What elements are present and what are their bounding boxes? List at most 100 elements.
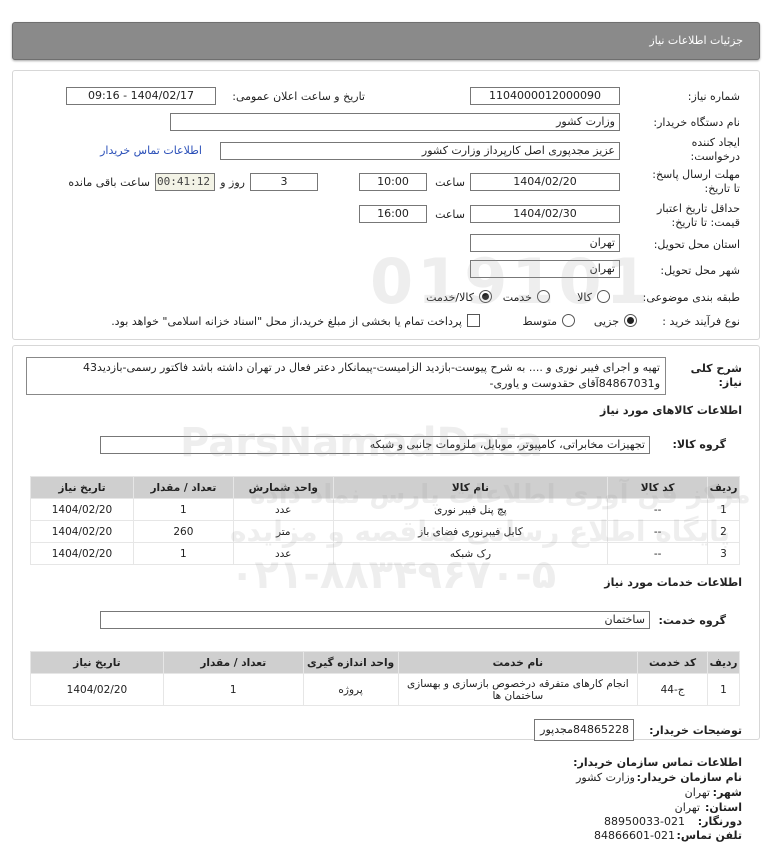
- treasury-payment-checkbox[interactable]: [467, 314, 480, 327]
- buyer-contact-link[interactable]: اطلاعات تماس خریدار: [100, 144, 202, 157]
- services-table-header: ردیف کد خدمت نام خدمت واحد اندازه گیری ت…: [30, 651, 740, 674]
- cell-name: انجام کارهای متفرقه درخصوص بازسازی و بهس…: [397, 673, 639, 706]
- category-both-radio[interactable]: [479, 290, 492, 303]
- cell-code: --: [607, 520, 709, 543]
- description-label-1: شرح کلی: [690, 362, 742, 375]
- goods-group-field: تجهیزات مخابراتی، کامپیوتر، موبایل، ملزو…: [100, 436, 650, 454]
- days-label: روز و: [220, 176, 245, 189]
- process-partial-radio[interactable]: [624, 314, 637, 327]
- category-service-radio[interactable]: [537, 290, 550, 303]
- contact-city-value: تهران: [684, 786, 710, 799]
- page-title: جزئیات اطلاعات نیاز: [649, 34, 743, 47]
- contact-title: اطلاعات تماس سازمان خریدار:: [573, 756, 742, 769]
- treasury-payment-note: پرداخت تمام یا بخشی از مبلغ خرید،از محل …: [111, 315, 462, 328]
- page-header: جزئیات اطلاعات نیاز: [12, 22, 760, 60]
- cell-name: رک شبکه: [332, 542, 609, 565]
- creator-label-2: درخواست:: [690, 150, 740, 163]
- col-name: نام خدمت: [397, 651, 639, 674]
- category-label: طبقه بندی موضوعی:: [642, 291, 740, 304]
- col-qty: تعداد / مقدار: [132, 476, 234, 499]
- need-description: تهیه و اجرای فیبر نوری و .... به شرح پیو…: [26, 357, 666, 395]
- city-field: تهران: [470, 260, 620, 278]
- goods-table-header: ردیف کد کالا نام کالا واحد شمارش تعداد /…: [30, 476, 740, 499]
- validity-time-field: 16:00: [359, 205, 427, 223]
- category-service-label: خدمت: [502, 291, 532, 304]
- contact-province-label: استان:: [705, 801, 742, 814]
- process-medium-label: متوسط: [522, 315, 557, 328]
- buyer-notes-label: توضیحات خریدار:: [649, 724, 742, 737]
- process-medium-radio[interactable]: [562, 314, 575, 327]
- table-row: 1 ج-44 انجام کارهای متفرقه درخصوص بازساز…: [30, 673, 740, 706]
- contact-province-value: تهران: [674, 801, 700, 814]
- province-field: تهران: [470, 234, 620, 252]
- cell-date: 1404/02/20: [30, 498, 134, 521]
- col-row: ردیف: [707, 651, 740, 674]
- contact-fax-value: 88950033-021: [604, 815, 685, 828]
- col-name: نام کالا: [332, 476, 609, 499]
- announce-datetime-field: 1404/02/17 - 09:16: [66, 87, 216, 105]
- col-code: کد کالا: [607, 476, 709, 499]
- contact-phone-value: 84866601-021: [594, 829, 675, 842]
- col-row: ردیف: [707, 476, 740, 499]
- category-goods-label: کالا: [577, 291, 592, 304]
- cell-code: ج-44: [637, 673, 709, 706]
- goods-table: ردیف کد کالا نام کالا واحد شمارش تعداد /…: [30, 476, 740, 565]
- cell-row: 3: [707, 542, 740, 565]
- need-details-page: جزئیات اطلاعات نیاز شماره نیاز: 11040000…: [0, 0, 770, 845]
- table-row: 3 -- رک شبکه عدد 1 1404/02/20: [30, 542, 740, 565]
- buyer-org-label: نام دستگاه خریدار:: [653, 116, 740, 129]
- contact-org-label: نام سازمان خریدار:: [636, 771, 742, 784]
- reply-time-field: 10:00: [359, 173, 427, 191]
- reply-date-field: 1404/02/20: [470, 173, 620, 191]
- process-label: نوع فرآیند خرید :: [662, 315, 740, 328]
- cell-row: 1: [707, 673, 740, 706]
- creator-field: عزیز مجدپوری اصل کارپرداز وزارت کشور: [220, 142, 620, 160]
- col-date: تاریخ نیاز: [30, 651, 164, 674]
- goods-section-title: اطلاعات کالاهای مورد نیاز: [600, 404, 742, 417]
- cell-unit: عدد: [232, 542, 334, 565]
- reply-time-label: ساعت: [435, 176, 465, 189]
- cell-code: --: [607, 498, 709, 521]
- time-remaining-label: ساعت باقی مانده: [68, 176, 150, 189]
- cell-date: 1404/02/20: [30, 542, 134, 565]
- cell-qty: 1: [162, 673, 304, 706]
- validity-label-1: حداقل تاریخ اعتبار: [656, 202, 740, 215]
- contact-fax-label: دورنگار:: [697, 815, 742, 828]
- col-code: کد خدمت: [637, 651, 709, 674]
- cell-date: 1404/02/20: [30, 520, 134, 543]
- need-number-label: شماره نیاز:: [687, 90, 740, 103]
- service-group-label: گروه خدمت:: [658, 614, 726, 627]
- buyer-org-field: وزارت کشور: [170, 113, 620, 131]
- days-remaining-field: 3: [250, 173, 318, 191]
- cell-code: --: [607, 542, 709, 565]
- col-qty: تعداد / مقدار: [162, 651, 304, 674]
- cell-unit: متر: [232, 520, 334, 543]
- contact-phone-label: تلفن تماس:: [676, 829, 742, 842]
- validity-date-field: 1404/02/30: [470, 205, 620, 223]
- reply-deadline-label-2: تا تاریخ:: [704, 182, 740, 195]
- category-goods-radio[interactable]: [597, 290, 610, 303]
- process-partial-label: جزیی: [593, 315, 619, 328]
- validity-time-label: ساعت: [435, 208, 465, 221]
- cell-name: پچ پنل فیبر نوری: [332, 498, 609, 521]
- service-group-field: ساختمان: [100, 611, 650, 629]
- services-table: ردیف کد خدمت نام خدمت واحد اندازه گیری ت…: [30, 651, 740, 706]
- cell-qty: 1: [132, 542, 234, 565]
- validity-label-2: قیمت: تا تاریخ:: [671, 216, 740, 229]
- table-row: 1 -- پچ پنل فیبر نوری عدد 1 1404/02/20: [30, 498, 740, 521]
- contact-org-value: وزارت کشور: [576, 771, 635, 784]
- category-both-label: کالا/خدمت: [426, 291, 474, 304]
- services-section-title: اطلاعات خدمات مورد نیاز: [604, 576, 742, 589]
- cell-row: 1: [707, 498, 740, 521]
- province-label: استان محل تحویل:: [653, 238, 740, 251]
- announce-label: تاریخ و ساعت اعلان عمومی:: [232, 90, 365, 103]
- creator-label-1: ایجاد کننده: [691, 136, 740, 149]
- cell-name: کابل فیبرنوری فضای باز: [332, 520, 609, 543]
- cell-qty: 1: [132, 498, 234, 521]
- cell-row: 2: [707, 520, 740, 543]
- cell-date: 1404/02/20: [30, 673, 164, 706]
- col-date: تاریخ نیاز: [30, 476, 134, 499]
- cell-qty: 260: [132, 520, 234, 543]
- cell-unit: عدد: [232, 498, 334, 521]
- city-label: شهر محل تحویل:: [660, 264, 740, 277]
